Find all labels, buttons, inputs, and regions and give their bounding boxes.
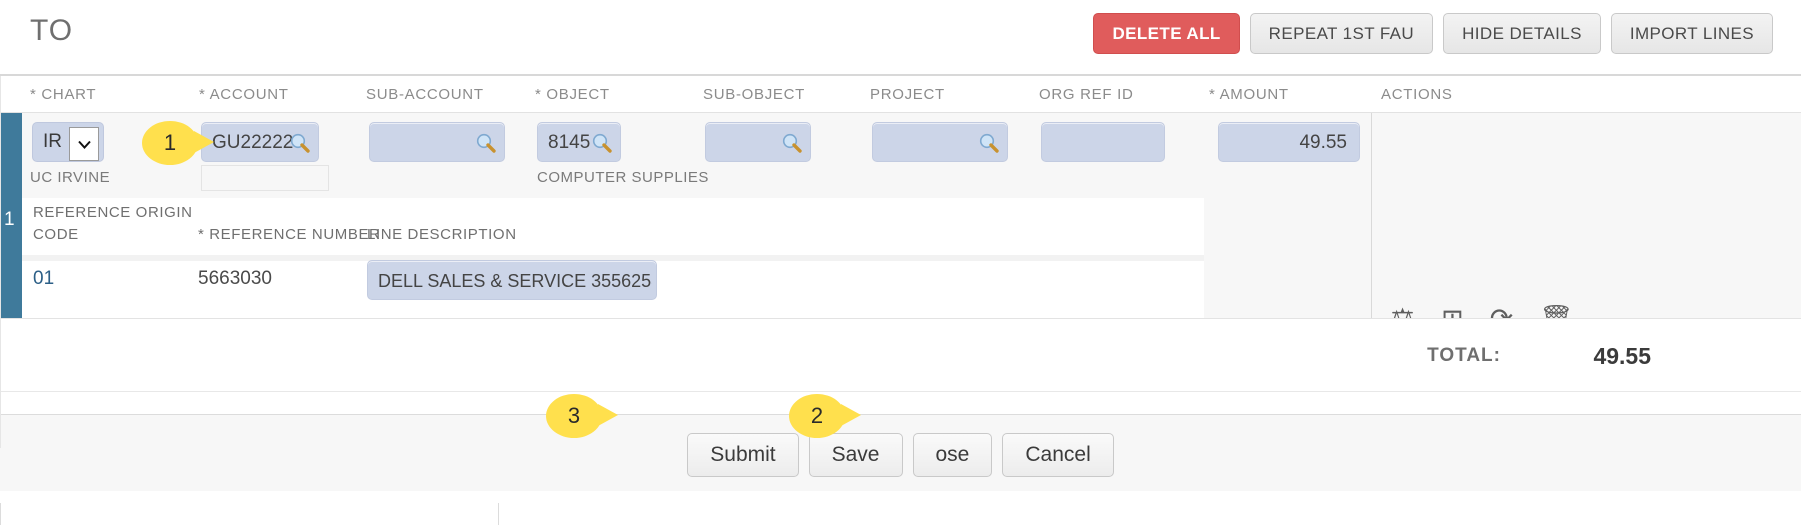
bottom-tick-mark	[498, 503, 499, 525]
footer-action-bar: Submit Save ose Cancel	[0, 415, 1801, 491]
search-icon[interactable]	[591, 132, 613, 154]
panel-spacer	[0, 391, 1801, 415]
callout-marker-3: 3	[546, 394, 618, 438]
close-button[interactable]: ose	[912, 433, 993, 478]
panel-left-edge	[0, 76, 1, 448]
account-sub-placeholder	[201, 165, 329, 191]
line-description-value: DELL SALES & SERVICE 35562587	[378, 271, 652, 291]
line-description-header: LINE DESCRIPTION	[367, 226, 517, 243]
column-header-account: * ACCOUNT	[199, 86, 289, 103]
page-title: TO	[30, 14, 74, 47]
bottom-tick-mark-left	[0, 503, 1, 525]
row-number: 1	[4, 209, 15, 230]
total-label: TOTAL:	[1427, 345, 1501, 366]
totals-row: TOTAL: 49.55	[0, 318, 1801, 391]
cancel-button[interactable]: Cancel	[1002, 433, 1114, 478]
org-ref-id-input[interactable]	[1041, 122, 1165, 162]
search-icon[interactable]	[475, 132, 497, 154]
amount-value: 49.55	[1299, 132, 1347, 153]
column-header-amount: * AMOUNT	[1209, 86, 1289, 103]
reference-number-header: * REFERENCE NUMBER	[198, 226, 381, 243]
column-header-actions: ACTIONS	[1381, 86, 1453, 103]
reference-origin-code-value[interactable]: 01	[33, 268, 54, 290]
amount-input[interactable]: 49.55	[1218, 122, 1360, 162]
callout-1-tail	[194, 131, 214, 153]
hide-details-button[interactable]: HIDE DETAILS	[1443, 13, 1601, 54]
callout-1-number: 1	[163, 130, 177, 155]
sub-account-input[interactable]	[369, 122, 505, 162]
reference-origin-code-header-line2: CODE	[33, 226, 79, 243]
submit-button[interactable]: Submit	[687, 433, 799, 478]
table-header-row: * CHART * ACCOUNT SUB-ACCOUNT * OBJECT S…	[0, 76, 1801, 113]
account-input[interactable]: GU22222	[201, 122, 319, 162]
save-button[interactable]: Save	[808, 433, 903, 478]
search-icon[interactable]	[978, 132, 1000, 154]
accounting-lines-panel: TO DELETE ALL REPEAT 1ST FAU HIDE DETAIL…	[0, 0, 1801, 525]
object-input[interactable]: 8145	[537, 122, 621, 162]
callout-2-tail	[841, 404, 861, 426]
object-value: 8145	[548, 132, 591, 153]
callout-2-number: 2	[810, 403, 824, 428]
sub-object-input[interactable]	[705, 122, 811, 162]
delete-all-button[interactable]: DELETE ALL	[1093, 13, 1240, 54]
table-row: 1 IR UC IRVINE GU22222 8145 COMPUTER SUP…	[0, 113, 1801, 354]
account-value: GU22222	[212, 132, 294, 153]
chart-select[interactable]: IR	[32, 122, 104, 162]
chart-sub-label: UC IRVINE	[30, 169, 111, 186]
search-icon[interactable]	[289, 132, 311, 154]
accounting-lines-table: * CHART * ACCOUNT SUB-ACCOUNT * OBJECT S…	[0, 76, 1801, 391]
reference-subsection: REFERENCE ORIGIN CODE * REFERENCE NUMBER…	[22, 198, 1204, 318]
column-header-chart: * CHART	[30, 86, 97, 103]
column-header-sub-object: SUB-OBJECT	[703, 86, 806, 103]
chart-select-value: IR	[43, 131, 62, 152]
callout-3-tail	[598, 404, 618, 426]
header-action-buttons: DELETE ALL REPEAT 1ST FAU HIDE DETAILS I…	[1093, 13, 1773, 54]
callout-marker-2: 2	[789, 394, 861, 438]
section-header: TO DELETE ALL REPEAT 1ST FAU HIDE DETAIL…	[0, 0, 1801, 76]
search-icon[interactable]	[781, 132, 803, 154]
repeat-1st-fau-button[interactable]: REPEAT 1ST FAU	[1249, 13, 1434, 54]
chevron-down-icon[interactable]	[69, 127, 99, 161]
callout-3-number: 3	[567, 403, 581, 428]
reference-number-value: 5663030	[198, 268, 272, 289]
column-header-sub-account: SUB-ACCOUNT	[366, 86, 484, 103]
object-sub-label: COMPUTER SUPPLIES	[537, 169, 709, 186]
callout-marker-1: 1	[142, 121, 214, 165]
column-header-org-ref-id: ORG REF ID	[1039, 86, 1134, 103]
line-description-input[interactable]: DELL SALES & SERVICE 35562587	[367, 260, 657, 300]
reference-origin-code-header-line1: REFERENCE ORIGIN	[33, 204, 193, 221]
project-input[interactable]	[872, 122, 1008, 162]
import-lines-button[interactable]: IMPORT LINES	[1610, 13, 1773, 54]
column-header-object: * OBJECT	[535, 86, 610, 103]
column-header-project: PROJECT	[870, 86, 945, 103]
total-value: 49.55	[1593, 343, 1651, 369]
